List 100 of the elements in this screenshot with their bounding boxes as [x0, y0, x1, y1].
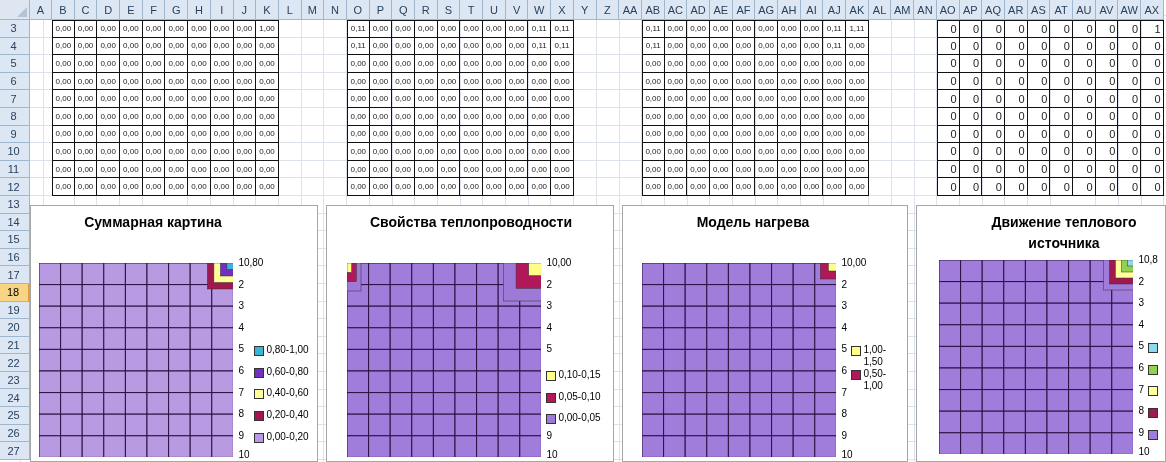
row-header[interactable]: 24 [0, 389, 30, 408]
chart-panel[interactable]: Свойства теплопроводности 10,00 2 3 4 5 0,10-0,15 0,05-0,10 0,00-0,05 9 10 [326, 205, 614, 462]
column-header[interactable]: AC [664, 0, 688, 20]
column-header[interactable]: AS [1027, 0, 1051, 20]
column-header[interactable]: AT [1050, 0, 1073, 20]
column-header[interactable]: A [30, 0, 52, 20]
table-cell: 0,00 [641, 178, 665, 196]
column-header[interactable]: AO [936, 0, 960, 20]
table-cell: 0,00 [188, 125, 211, 144]
chart-panel[interactable]: Суммарная картина 10,80 2 3 4 5 6 7 8 9 10 0,80-1,00 0,60-0,80 0,40-0,60 0,20-0,40 0,00-0,20 [30, 205, 318, 462]
axis-label: 10,80 [238, 257, 264, 269]
table-cell: 0,00 [233, 125, 257, 144]
row-header[interactable]: 25 [0, 407, 30, 425]
column-header[interactable]: AU [1072, 0, 1096, 20]
column-header[interactable]: AL [868, 0, 892, 20]
column-header[interactable]: T [460, 0, 484, 20]
column-header[interactable]: AB [641, 0, 665, 20]
column-header[interactable]: O [346, 0, 370, 20]
table-cell: 0,00 [732, 107, 756, 126]
table-cell: 0 [936, 160, 960, 179]
row-header[interactable]: 20 [0, 319, 30, 337]
row-header[interactable]: 7 [0, 90, 30, 108]
chart-panel[interactable]: Модель нагрева 10,00 2 3 4 5 6 7 8 9 10 1,00-1,50 0,50-1,00 [622, 205, 908, 462]
axis-label: 10 [841, 449, 853, 461]
column-header[interactable]: I [210, 0, 234, 20]
column-header[interactable]: Y [573, 0, 597, 20]
row-header[interactable]: 15 [0, 231, 30, 249]
legend-label: 0,05-0,10 [558, 390, 601, 403]
column-header[interactable]: D [97, 0, 121, 20]
table-cell: 0 [1095, 178, 1119, 196]
column-header[interactable]: AR [1004, 0, 1028, 20]
column-header[interactable]: C [74, 0, 98, 20]
row-header[interactable]: 3 [0, 20, 30, 38]
axis-label: 7 [1138, 383, 1144, 396]
row-header[interactable]: 12 [0, 178, 30, 196]
column-header[interactable]: L [278, 0, 302, 20]
table-cell: 0,00 [483, 55, 506, 73]
column-header[interactable]: AK [846, 0, 869, 20]
column-header[interactable]: X [551, 0, 574, 20]
table-cell: 0 [936, 72, 960, 91]
table-cell: 0 [1050, 125, 1073, 144]
row-header[interactable]: 10 [0, 143, 30, 161]
table-cell: 0,00 [460, 143, 484, 161]
column-header[interactable]: AH [778, 0, 801, 20]
column-header[interactable]: M [301, 0, 325, 20]
column-header[interactable]: R [415, 0, 438, 20]
column-header[interactable]: U [483, 0, 506, 20]
table-cell: 0,00 [687, 72, 710, 91]
column-header[interactable]: AD [687, 0, 710, 20]
column-header[interactable]: B [52, 0, 75, 20]
column-header[interactable]: AV [1095, 0, 1119, 20]
axis-label: 10,8 [1138, 254, 1158, 266]
column-header[interactable]: AE [709, 0, 733, 20]
row-header[interactable]: 5 [0, 55, 30, 73]
column-header[interactable]: AA [619, 0, 642, 20]
table-cell: 0,00 [687, 37, 710, 56]
column-header[interactable]: F [142, 0, 166, 20]
table-cell: 0,00 [52, 20, 75, 38]
column-header[interactable]: AW [1118, 0, 1141, 20]
column-header[interactable]: AJ [823, 0, 847, 20]
chart-panel[interactable]: Движение теплового источника 10,8 2 3 4 5 6 7 8 9 10 [916, 205, 1166, 462]
table-cell: 0,00 [460, 107, 484, 126]
column-header[interactable]: P [369, 0, 393, 20]
row-header[interactable]: 22 [0, 354, 30, 372]
column-header[interactable]: AM [891, 0, 915, 20]
table-cell: 0,00 [641, 125, 665, 144]
table-cell: 0,00 [800, 125, 824, 144]
column-header[interactable]: K [256, 0, 279, 20]
column-header[interactable]: AQ [982, 0, 1005, 20]
row-header[interactable]: 17 [0, 266, 30, 284]
axis-label: 6 [238, 365, 244, 377]
table-cell: 0,00 [142, 178, 166, 196]
column-header[interactable]: V [505, 0, 529, 20]
table-cell: 0 [1072, 107, 1096, 126]
column-header[interactable]: Q [392, 0, 415, 20]
column-header[interactable]: E [120, 0, 143, 20]
table-cell: 0,00 [460, 55, 484, 73]
column-header[interactable]: N [324, 0, 347, 20]
table-cell: 0 [1072, 37, 1096, 56]
table-cell: 0,00 [233, 20, 257, 38]
row-header[interactable]: 27 [0, 442, 30, 460]
column-header[interactable]: AP [959, 0, 983, 20]
column-header[interactable]: J [233, 0, 257, 20]
column-header[interactable]: S [437, 0, 461, 20]
column-header[interactable]: AX [1141, 0, 1164, 20]
column-header[interactable]: AI [800, 0, 824, 20]
select-all-button[interactable] [0, 0, 30, 20]
column-header[interactable]: AG [755, 0, 778, 20]
table-cell: 0 [1095, 20, 1119, 38]
column-header[interactable]: AN [914, 0, 937, 20]
column-header[interactable]: W [528, 0, 552, 20]
table-cell: 0,00 [392, 90, 415, 108]
column-header[interactable]: Z [596, 0, 620, 20]
table-cell: 0,11 [551, 37, 574, 56]
table-cell: 0,00 [165, 55, 189, 73]
table-cell: 0,00 [188, 143, 211, 161]
table-cell: 0,00 [709, 107, 733, 126]
column-header[interactable]: H [188, 0, 211, 20]
column-header[interactable]: AF [732, 0, 756, 20]
column-header[interactable]: G [165, 0, 189, 20]
